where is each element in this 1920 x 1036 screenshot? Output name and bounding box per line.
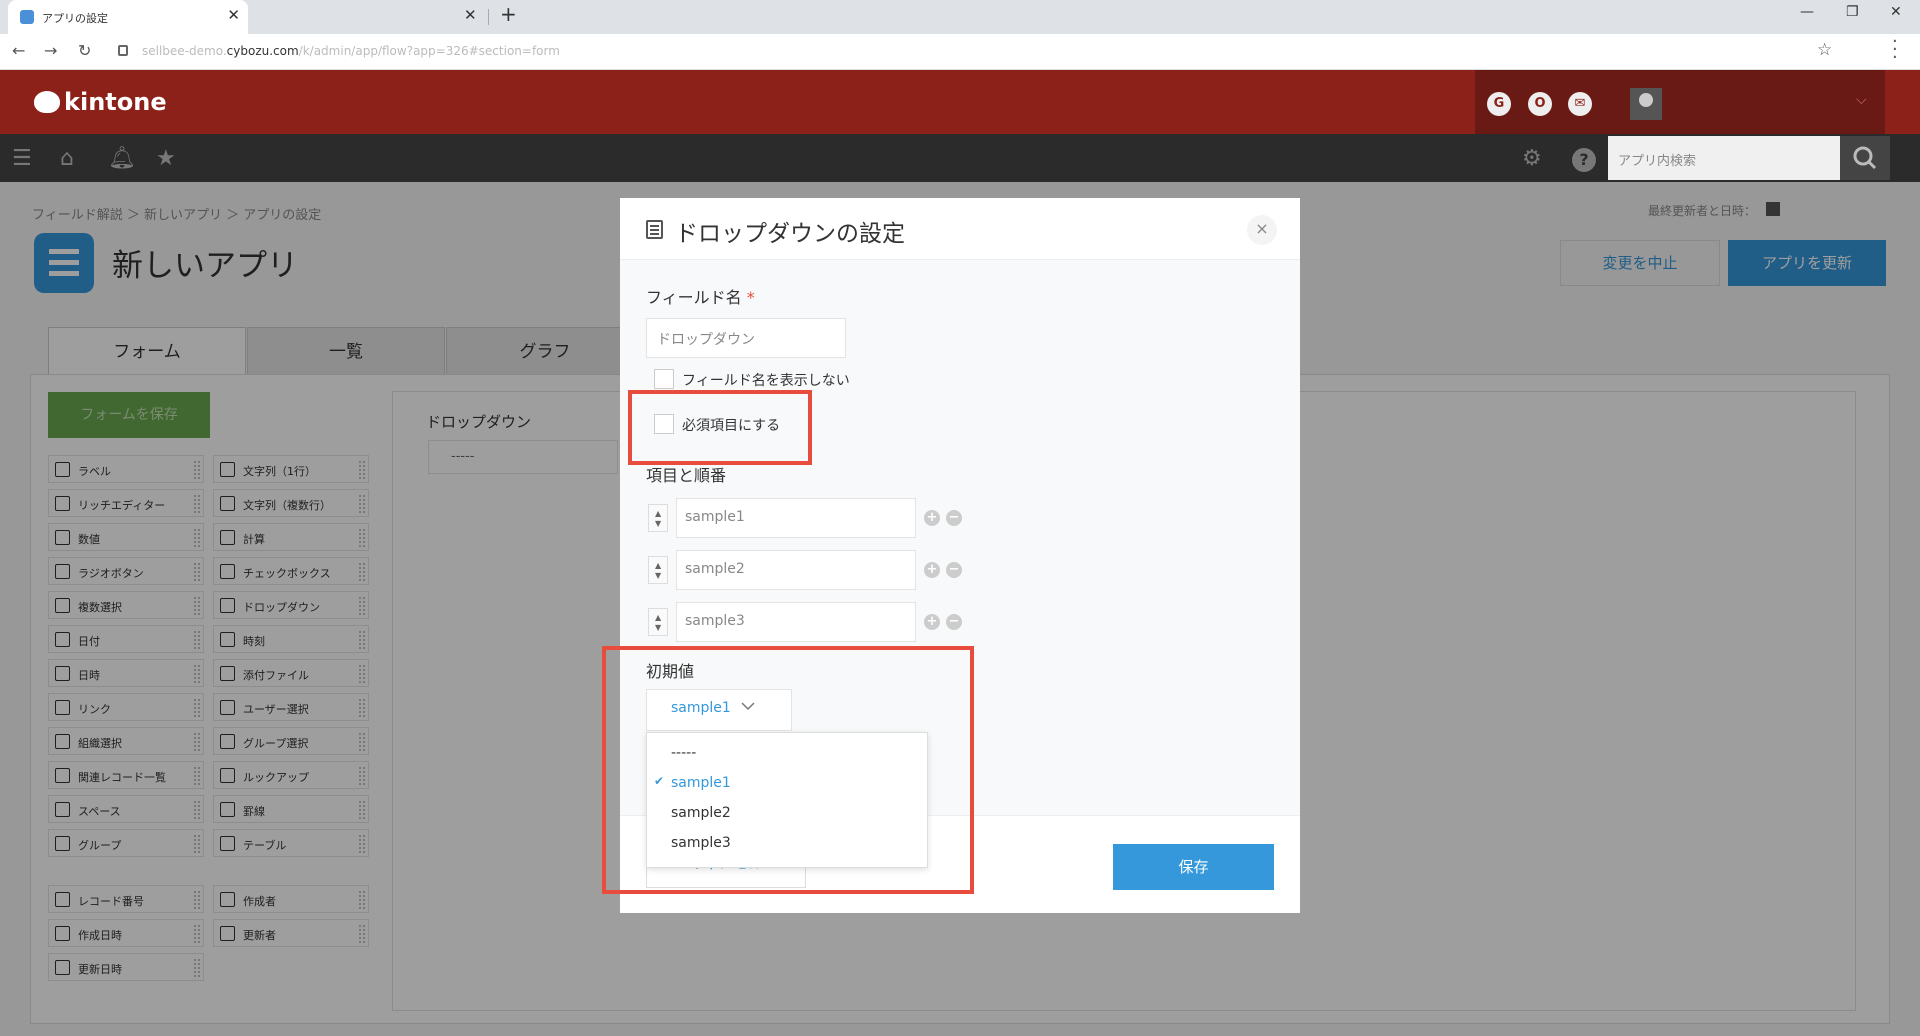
search-button[interactable] [1840,136,1890,180]
options-label: 項目と順番 [646,466,727,485]
kintone-logo[interactable]: kintone [34,88,167,116]
app-favicon-icon [20,10,34,24]
remove-option-icon[interactable]: − [946,562,962,578]
url-field[interactable]: sellbee-demo.cybozu.com/k/admin/app/flow… [110,41,1810,63]
browser-menu-icon[interactable]: · · · [1892,33,1902,67]
dialog-title: ドロップダウンの設定 [675,221,905,247]
add-option-icon[interactable]: + [924,562,940,578]
reload-icon[interactable]: ↻ [78,41,91,60]
bookmark-star-icon[interactable]: ☆ [1817,40,1832,60]
browser-tab-title: アプリの設定 [42,12,108,25]
user-icon [1639,93,1653,107]
save-button[interactable]: 保存 [1113,844,1274,890]
option-input[interactable]: sample2 [676,550,916,590]
hide-field-name-checkbox[interactable] [654,369,674,389]
home-icon[interactable]: ⌂ [60,146,74,171]
reorder-handle[interactable]: ▲ ▼ [648,608,668,636]
gear-icon[interactable]: ⚙ [1522,146,1542,171]
search-icon [1853,146,1877,170]
office-icon[interactable]: O [1528,92,1552,116]
star-icon[interactable]: ★ [156,146,176,171]
browser-tab-bar [0,0,1920,34]
remove-option-icon[interactable]: − [946,614,962,630]
close-tab-icon[interactable]: ✕ [464,6,477,24]
new-tab-button[interactable]: + [500,2,517,26]
restore-icon[interactable]: ❐ [1846,4,1859,20]
field-name-label: フィールド名 * [646,288,755,307]
add-option-icon[interactable]: + [924,614,940,630]
url-text: sellbee-demo.cybozu.com/k/admin/app/flow… [142,44,560,58]
close-tab-icon[interactable]: ✕ [227,6,240,24]
required-mark: * [746,288,755,307]
chevron-down-icon[interactable]: ⌵ [1856,92,1867,108]
back-icon[interactable]: ← [12,41,25,60]
forward-icon[interactable]: → [44,41,57,60]
field-name-input[interactable]: ドロップダウン [646,318,846,358]
remove-option-icon[interactable]: − [946,510,962,526]
add-option-icon[interactable]: + [924,510,940,526]
mail-icon[interactable]: ✉ [1568,92,1592,116]
hide-field-name-label[interactable]: フィールド名を表示しない [682,370,850,390]
close-window-icon[interactable]: ✕ [1890,4,1902,20]
browser-tab[interactable]: アプリの設定 ✕ [8,0,248,34]
option-input[interactable]: sample1 [676,498,916,538]
annotation-highlight-default [602,646,974,894]
close-dialog-button[interactable]: × [1247,215,1277,245]
bell-icon[interactable]: 🔔︎ [108,146,136,171]
menu-icon[interactable]: ☰ [12,146,32,171]
tab-separator [488,9,489,25]
minimize-icon[interactable]: — [1800,4,1814,20]
app-search-input[interactable]: アプリ内検索 [1608,136,1840,180]
annotation-highlight-required [628,390,812,465]
reorder-handle[interactable]: ▲ ▼ [648,504,668,532]
user-avatar[interactable] [1630,88,1662,120]
kintone-logo-icon [34,91,60,113]
option-input[interactable]: sample3 [676,602,916,642]
lock-icon [118,45,128,56]
help-icon[interactable]: ? [1572,148,1596,172]
reorder-handle[interactable]: ▲ ▼ [648,556,668,584]
garoon-icon[interactable]: G [1487,92,1511,116]
field-settings-icon [646,220,663,239]
